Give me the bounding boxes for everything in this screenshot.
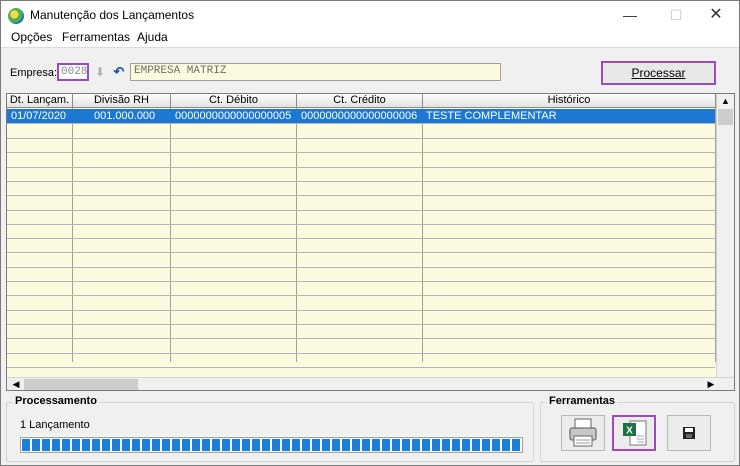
- lookup-arrow-icon[interactable]: ⬇: [92, 64, 108, 80]
- table-row[interactable]: [7, 125, 715, 139]
- title-bar: Manutenção dos Lançamentos — ☐ ✕: [1, 1, 739, 29]
- vertical-scrollbar[interactable]: ▲: [716, 94, 734, 377]
- scroll-left-icon[interactable]: ◀: [9, 378, 23, 390]
- main-window: Manutenção dos Lançamentos — ☐ ✕ Opções …: [0, 0, 740, 466]
- table-row[interactable]: [7, 254, 715, 268]
- lancamentos-grid[interactable]: Dt. Lançam. Divisão RH Ct. Débito Ct. Cr…: [6, 93, 735, 391]
- empresa-panel: Empresa: 0028 ⬇ ↶ EMPRESA MATRIZ Process…: [1, 47, 739, 93]
- table-row[interactable]: [7, 325, 715, 340]
- progress-bar: [20, 437, 523, 453]
- menu-ferramentas[interactable]: Ferramentas: [62, 30, 130, 44]
- cell-credito: 0000000000000000006: [301, 110, 418, 122]
- table-row[interactable]: [7, 268, 715, 282]
- column-header-divisao[interactable]: Divisão RH: [73, 94, 171, 108]
- svg-text:X: X: [626, 426, 633, 437]
- cell-historico: TESTE COMPLEMENTAR: [426, 110, 557, 122]
- table-row[interactable]: [7, 311, 715, 325]
- cell-debito: 0000000000000000005: [175, 110, 292, 122]
- processamento-group: Processamento 1 Lançamento: [6, 395, 534, 462]
- processamento-status: 1 Lançamento: [20, 419, 90, 431]
- ferramentas-group: Ferramentas X: [540, 395, 735, 462]
- empresa-name-field: EMPRESA MATRIZ: [130, 63, 501, 81]
- horizontal-scroll-thumb[interactable]: [24, 379, 138, 390]
- undo-icon[interactable]: ↶: [111, 64, 127, 80]
- processamento-label: Processamento: [13, 395, 99, 407]
- scroll-up-icon[interactable]: ▲: [717, 94, 734, 108]
- table-row[interactable]: [7, 225, 715, 240]
- progress-fill: [22, 439, 521, 451]
- horizontal-scrollbar[interactable]: ◀ ▶: [7, 377, 734, 390]
- table-row[interactable]: [7, 239, 715, 254]
- app-icon: [8, 8, 24, 24]
- minimize-button[interactable]: —: [607, 1, 653, 29]
- table-row[interactable]: [7, 139, 715, 154]
- scroll-right-icon[interactable]: ▶: [704, 378, 718, 390]
- table-row[interactable]: 01/07/2020 001.000.000 00000000000000000…: [7, 109, 715, 124]
- ferramentas-label: Ferramentas: [547, 395, 618, 407]
- table-row[interactable]: [7, 297, 715, 311]
- empresa-label: Empresa:: [10, 67, 58, 79]
- save-disk-icon: [683, 427, 695, 439]
- table-row[interactable]: [7, 211, 715, 225]
- process-button-label: Processar: [631, 66, 686, 80]
- menu-opcoes[interactable]: Opções: [11, 30, 52, 44]
- window-title: Manutenção dos Lançamentos: [30, 8, 195, 22]
- print-button[interactable]: [561, 415, 605, 451]
- cell-data: 01/07/2020: [11, 110, 67, 122]
- save-button[interactable]: [667, 415, 711, 451]
- table-row[interactable]: [7, 282, 715, 297]
- process-button[interactable]: Processar: [601, 61, 716, 85]
- excel-export-icon: X: [623, 420, 647, 446]
- empresa-code-field[interactable]: 0028: [57, 63, 89, 81]
- column-header-data[interactable]: Dt. Lançam.: [7, 94, 73, 108]
- excel-export-button[interactable]: X: [612, 415, 656, 451]
- column-header-credito[interactable]: Ct. Crédito: [297, 94, 423, 108]
- scroll-thumb[interactable]: [718, 109, 733, 125]
- menu-ajuda[interactable]: Ajuda: [137, 30, 168, 44]
- table-row[interactable]: [7, 340, 715, 354]
- table-row[interactable]: [7, 354, 715, 368]
- table-row[interactable]: [7, 154, 715, 168]
- column-header-debito[interactable]: Ct. Débito: [171, 94, 297, 108]
- table-row[interactable]: [7, 168, 715, 182]
- table-row[interactable]: [7, 197, 715, 211]
- menu-bar: Opções Ferramentas Ajuda: [1, 29, 739, 47]
- printer-icon: [569, 418, 597, 447]
- column-header-historico[interactable]: Histórico: [423, 94, 716, 108]
- table-row[interactable]: [7, 182, 715, 197]
- cell-divisao: 001.000.000: [94, 110, 156, 122]
- close-button[interactable]: ✕: [693, 1, 739, 29]
